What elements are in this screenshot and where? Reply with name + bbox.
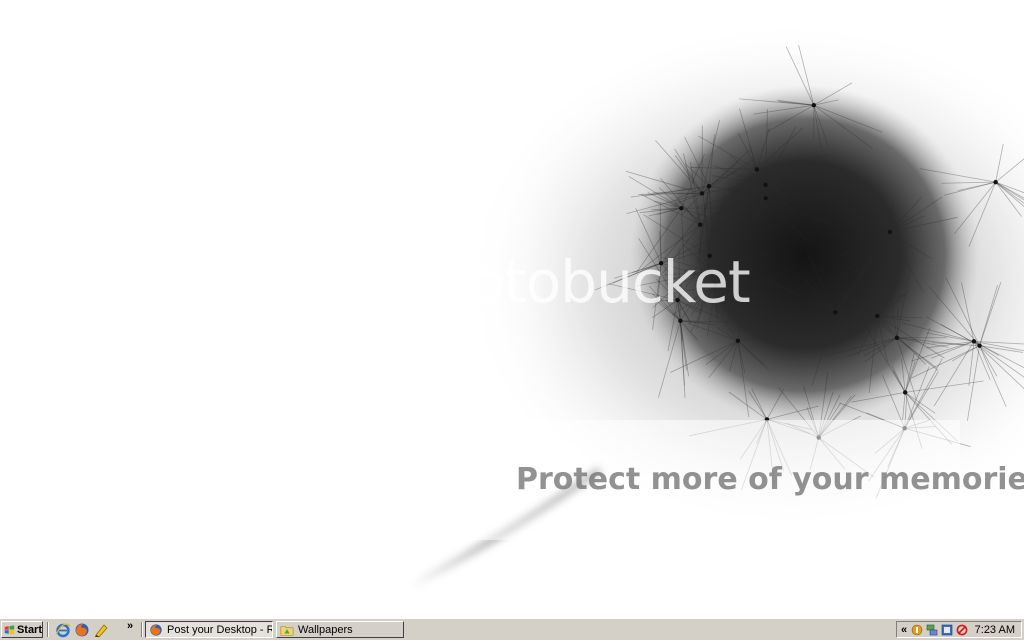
firefox-icon[interactable] (74, 622, 90, 638)
watermark-text: photobucket (398, 248, 751, 316)
system-tray: « 7:23 AM (896, 621, 1022, 638)
speaker-icon[interactable] (941, 624, 953, 636)
network-icon[interactable] (926, 624, 938, 636)
taskbar-separator (47, 622, 49, 637)
watermark-tagline: Protect more of your memories for less! (516, 462, 1024, 497)
blocked-icon[interactable] (956, 624, 968, 636)
shield-icon[interactable] (911, 624, 923, 636)
pencil-icon[interactable] (93, 622, 109, 638)
task-button-wallpapers[interactable]: Wallpapers (276, 621, 404, 638)
taskbar-separator (141, 622, 143, 637)
task-label: Wallpapers (298, 623, 353, 636)
start-label: Start (16, 623, 42, 636)
clock[interactable]: 7:23 AM (975, 624, 1015, 636)
task-button-firefox[interactable]: Post your Desktop - RMR... (145, 621, 273, 638)
ie-icon[interactable] (55, 622, 71, 638)
taskbar: Start » Post your Desktop - RMR... Wallp… (0, 618, 1024, 640)
start-button[interactable]: Start (1, 621, 43, 638)
quick-launch-chevron[interactable]: » (127, 620, 133, 632)
firefox-icon (150, 623, 162, 636)
desktop[interactable]: photobucket Protect more of your memorie… (0, 0, 1024, 618)
task-label: Post your Desktop - RMR... (167, 623, 272, 636)
tray-chevron[interactable]: « (901, 624, 907, 636)
folder-icon (280, 625, 294, 636)
windows-flag-icon (4, 624, 15, 634)
